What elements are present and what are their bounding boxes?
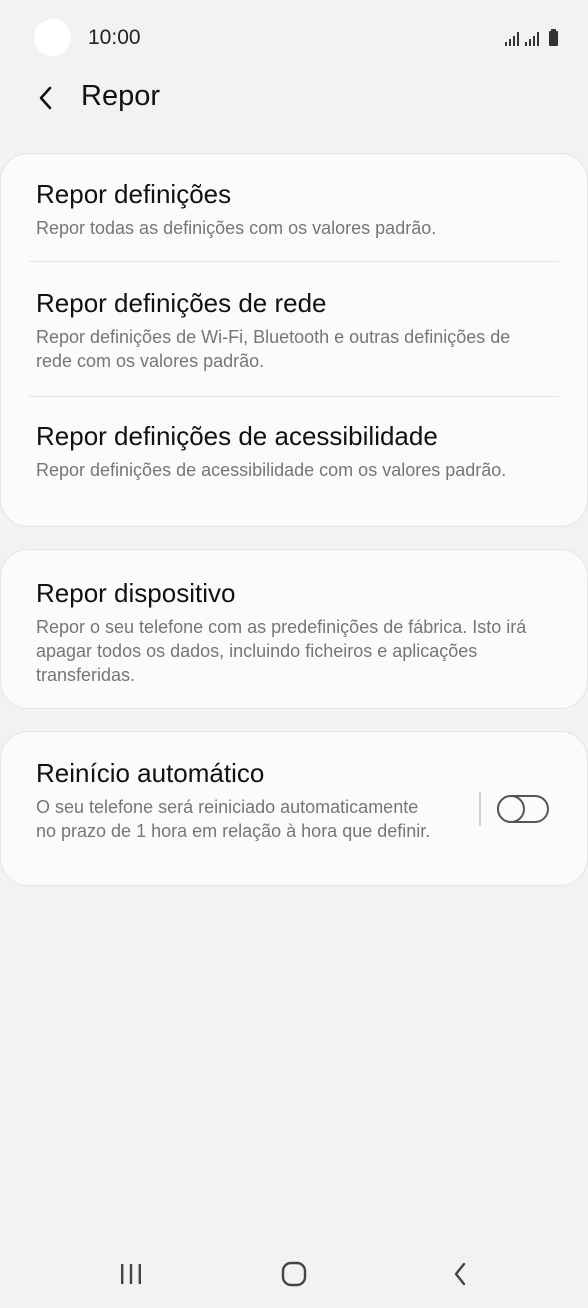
- navigation-bar: [0, 1240, 588, 1308]
- item-title: Repor dispositivo: [36, 578, 236, 608]
- divider: [29, 396, 559, 397]
- status-bar: 10:00: [0, 0, 588, 76]
- recents-button[interactable]: [101, 1252, 161, 1296]
- toggle-separator: [479, 792, 481, 826]
- page-title: Repor: [81, 80, 160, 112]
- divider: [29, 261, 559, 262]
- recents-icon: [121, 1264, 141, 1284]
- signal-icon: [525, 30, 539, 46]
- home-button[interactable]: [264, 1252, 324, 1296]
- chevron-left-icon: [39, 86, 52, 110]
- item-description: Repor definições de acessibilidade com o…: [36, 460, 507, 480]
- item-description: Repor definições de Wi-Fi, Bluetooth e o…: [36, 327, 511, 371]
- reset-accessibility-settings-item[interactable]: Repor definições de acessibilidade Repor…: [36, 420, 547, 482]
- back-icon: [454, 1262, 466, 1286]
- status-time: 10:00: [88, 26, 141, 49]
- item-title: Repor definições: [36, 179, 232, 209]
- status-icons: [505, 28, 558, 46]
- item-description: O seu telefone será reiniciado automatic…: [36, 797, 431, 841]
- reset-network-settings-item[interactable]: Repor definições de rede Repor definiçõe…: [36, 287, 547, 373]
- auto-restart-toggle[interactable]: [497, 795, 549, 823]
- toggle-knob: [497, 795, 525, 823]
- auto-restart-card: Reinício automático O seu telefone será …: [0, 731, 588, 886]
- item-description: Repor o seu telefone com as predefiniçõe…: [36, 617, 527, 685]
- item-title: Repor definições de acessibilidade: [36, 421, 438, 451]
- home-icon: [281, 1261, 307, 1287]
- camera-cutout: [34, 19, 71, 56]
- nav-back-button[interactable]: [430, 1252, 490, 1296]
- battery-icon: [549, 29, 558, 46]
- back-button[interactable]: [26, 78, 66, 118]
- factory-reset-item[interactable]: Repor dispositivo Repor o seu telefone c…: [36, 577, 547, 687]
- factory-reset-card: Repor dispositivo Repor o seu telefone c…: [0, 549, 588, 709]
- reset-settings-card: Repor definições Repor todas as definiçõ…: [0, 153, 588, 527]
- app-bar: Repor: [0, 76, 588, 136]
- reset-settings-item[interactable]: Repor definições Repor todas as definiçõ…: [36, 178, 547, 240]
- auto-restart-item[interactable]: Reinício automático O seu telefone será …: [36, 757, 437, 843]
- item-title: Repor definições de rede: [36, 288, 327, 318]
- signal-icon: [505, 30, 519, 46]
- item-title: Reinício automático: [36, 758, 265, 788]
- item-description: Repor todas as definições com os valores…: [36, 218, 437, 238]
